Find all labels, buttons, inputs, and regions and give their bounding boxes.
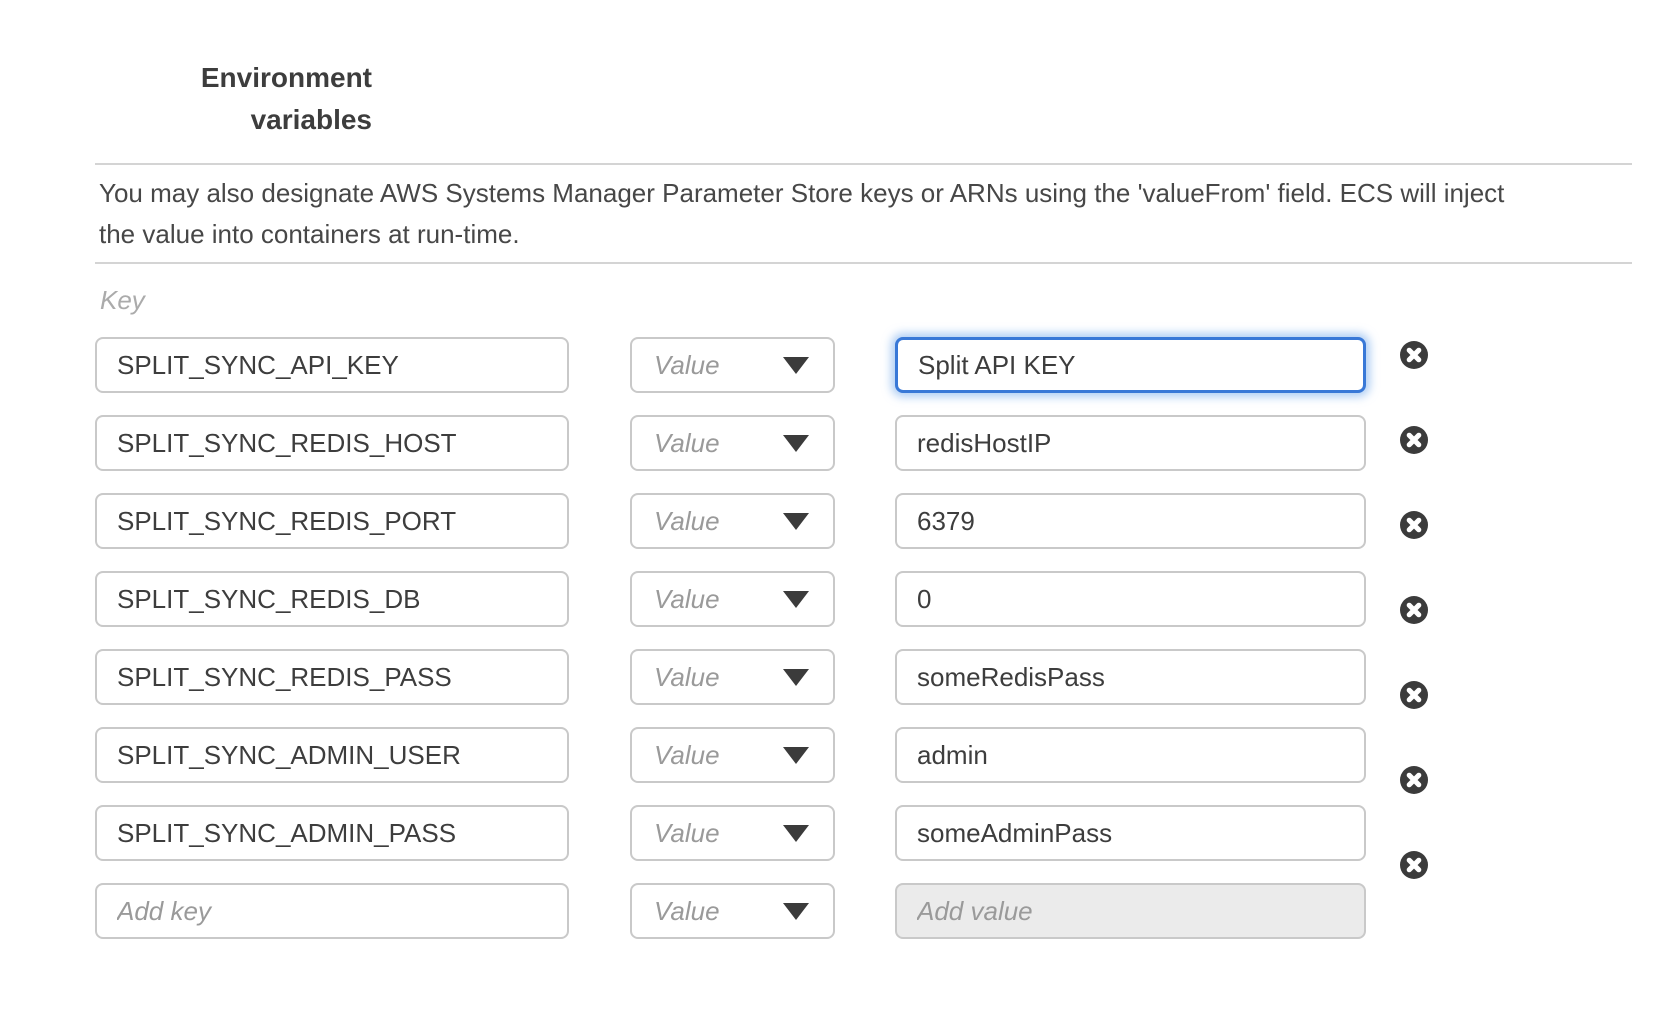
value-type-selected-label: Value — [654, 818, 720, 849]
remove-variable-button[interactable] — [1400, 851, 1428, 879]
x-circle-icon — [1400, 426, 1428, 454]
env-var-row: Value — [95, 727, 1395, 783]
value-type-select[interactable]: Value — [630, 493, 835, 549]
value-type-selected-label: Value — [654, 506, 720, 537]
value-type-selected-label: Value — [654, 584, 720, 615]
caret-down-icon — [783, 591, 809, 608]
caret-down-icon — [783, 357, 809, 374]
value-type-select[interactable]: Value — [630, 649, 835, 705]
env-value-input[interactable] — [895, 727, 1366, 783]
add-key-input[interactable] — [95, 883, 569, 939]
description-line1: You may also designate AWS Systems Manag… — [99, 173, 1634, 214]
env-var-row: Value — [95, 805, 1395, 861]
value-type-select[interactable]: Value — [630, 727, 835, 783]
env-key-input[interactable] — [95, 493, 569, 549]
caret-down-icon — [783, 513, 809, 530]
x-circle-icon — [1400, 851, 1428, 879]
value-type-selected-label: Value — [654, 662, 720, 693]
section-label: Environment variables — [95, 57, 372, 141]
remove-variable-button[interactable] — [1400, 426, 1428, 454]
value-cell — [895, 727, 1366, 783]
env-value-input[interactable] — [895, 805, 1366, 861]
add-value-input[interactable] — [895, 883, 1366, 939]
section-label-line2: variables — [95, 99, 372, 141]
value-cell — [895, 571, 1366, 627]
env-key-input[interactable] — [95, 805, 569, 861]
value-cell — [895, 493, 1366, 549]
remove-variable-button[interactable] — [1400, 511, 1428, 539]
env-var-row: Value — [95, 649, 1395, 705]
key-cell — [95, 649, 569, 705]
key-cell — [95, 727, 569, 783]
x-circle-icon — [1400, 681, 1428, 709]
remove-variable-button[interactable] — [1400, 596, 1428, 624]
key-cell — [95, 415, 569, 471]
caret-down-icon — [783, 747, 809, 764]
env-value-input[interactable] — [895, 337, 1366, 393]
value-type-selected-label: Value — [654, 896, 720, 927]
value-type-selected-label: Value — [654, 740, 720, 771]
env-key-input[interactable] — [95, 337, 569, 393]
env-var-row: Value — [95, 883, 1395, 939]
value-type-select[interactable]: Value — [630, 883, 835, 939]
value-cell — [895, 649, 1366, 705]
top-divider — [95, 163, 1632, 165]
section-label-line1: Environment — [95, 57, 372, 99]
env-value-input[interactable] — [895, 571, 1366, 627]
caret-down-icon — [783, 669, 809, 686]
remove-variable-button[interactable] — [1400, 341, 1428, 369]
remove-variable-button[interactable] — [1400, 681, 1428, 709]
value-type-selected-label: Value — [654, 350, 720, 381]
value-type-selected-label: Value — [654, 428, 720, 459]
env-var-row: Value — [95, 415, 1395, 471]
environment-variables-section: Environment variables You may also desig… — [0, 0, 1678, 1018]
value-cell — [895, 415, 1366, 471]
env-key-input[interactable] — [95, 649, 569, 705]
env-key-input[interactable] — [95, 415, 569, 471]
env-value-input[interactable] — [895, 493, 1366, 549]
remove-variable-button[interactable] — [1400, 766, 1428, 794]
value-type-select[interactable]: Value — [630, 571, 835, 627]
env-var-rows: Value Value Value — [95, 337, 1395, 961]
key-cell — [95, 571, 569, 627]
key-cell — [95, 337, 569, 393]
env-value-input[interactable] — [895, 415, 1366, 471]
env-key-input[interactable] — [95, 727, 569, 783]
x-circle-icon — [1400, 596, 1428, 624]
x-circle-icon — [1400, 341, 1428, 369]
value-cell — [895, 805, 1366, 861]
key-column-header: Key — [100, 285, 145, 316]
env-value-input[interactable] — [895, 649, 1366, 705]
value-cell — [895, 337, 1366, 393]
caret-down-icon — [783, 435, 809, 452]
env-key-input[interactable] — [95, 571, 569, 627]
value-cell — [895, 883, 1366, 939]
env-var-row: Value — [95, 337, 1395, 393]
key-cell — [95, 883, 569, 939]
section-description: You may also designate AWS Systems Manag… — [99, 173, 1634, 255]
caret-down-icon — [783, 903, 809, 920]
x-circle-icon — [1400, 766, 1428, 794]
value-type-select[interactable]: Value — [630, 415, 835, 471]
key-cell — [95, 805, 569, 861]
description-line2: the value into containers at run-time. — [99, 214, 1634, 255]
env-var-row: Value — [95, 493, 1395, 549]
env-var-row: Value — [95, 571, 1395, 627]
description-divider — [95, 262, 1632, 264]
value-type-select[interactable]: Value — [630, 805, 835, 861]
x-circle-icon — [1400, 511, 1428, 539]
key-cell — [95, 493, 569, 549]
caret-down-icon — [783, 825, 809, 842]
value-type-select[interactable]: Value — [630, 337, 835, 393]
